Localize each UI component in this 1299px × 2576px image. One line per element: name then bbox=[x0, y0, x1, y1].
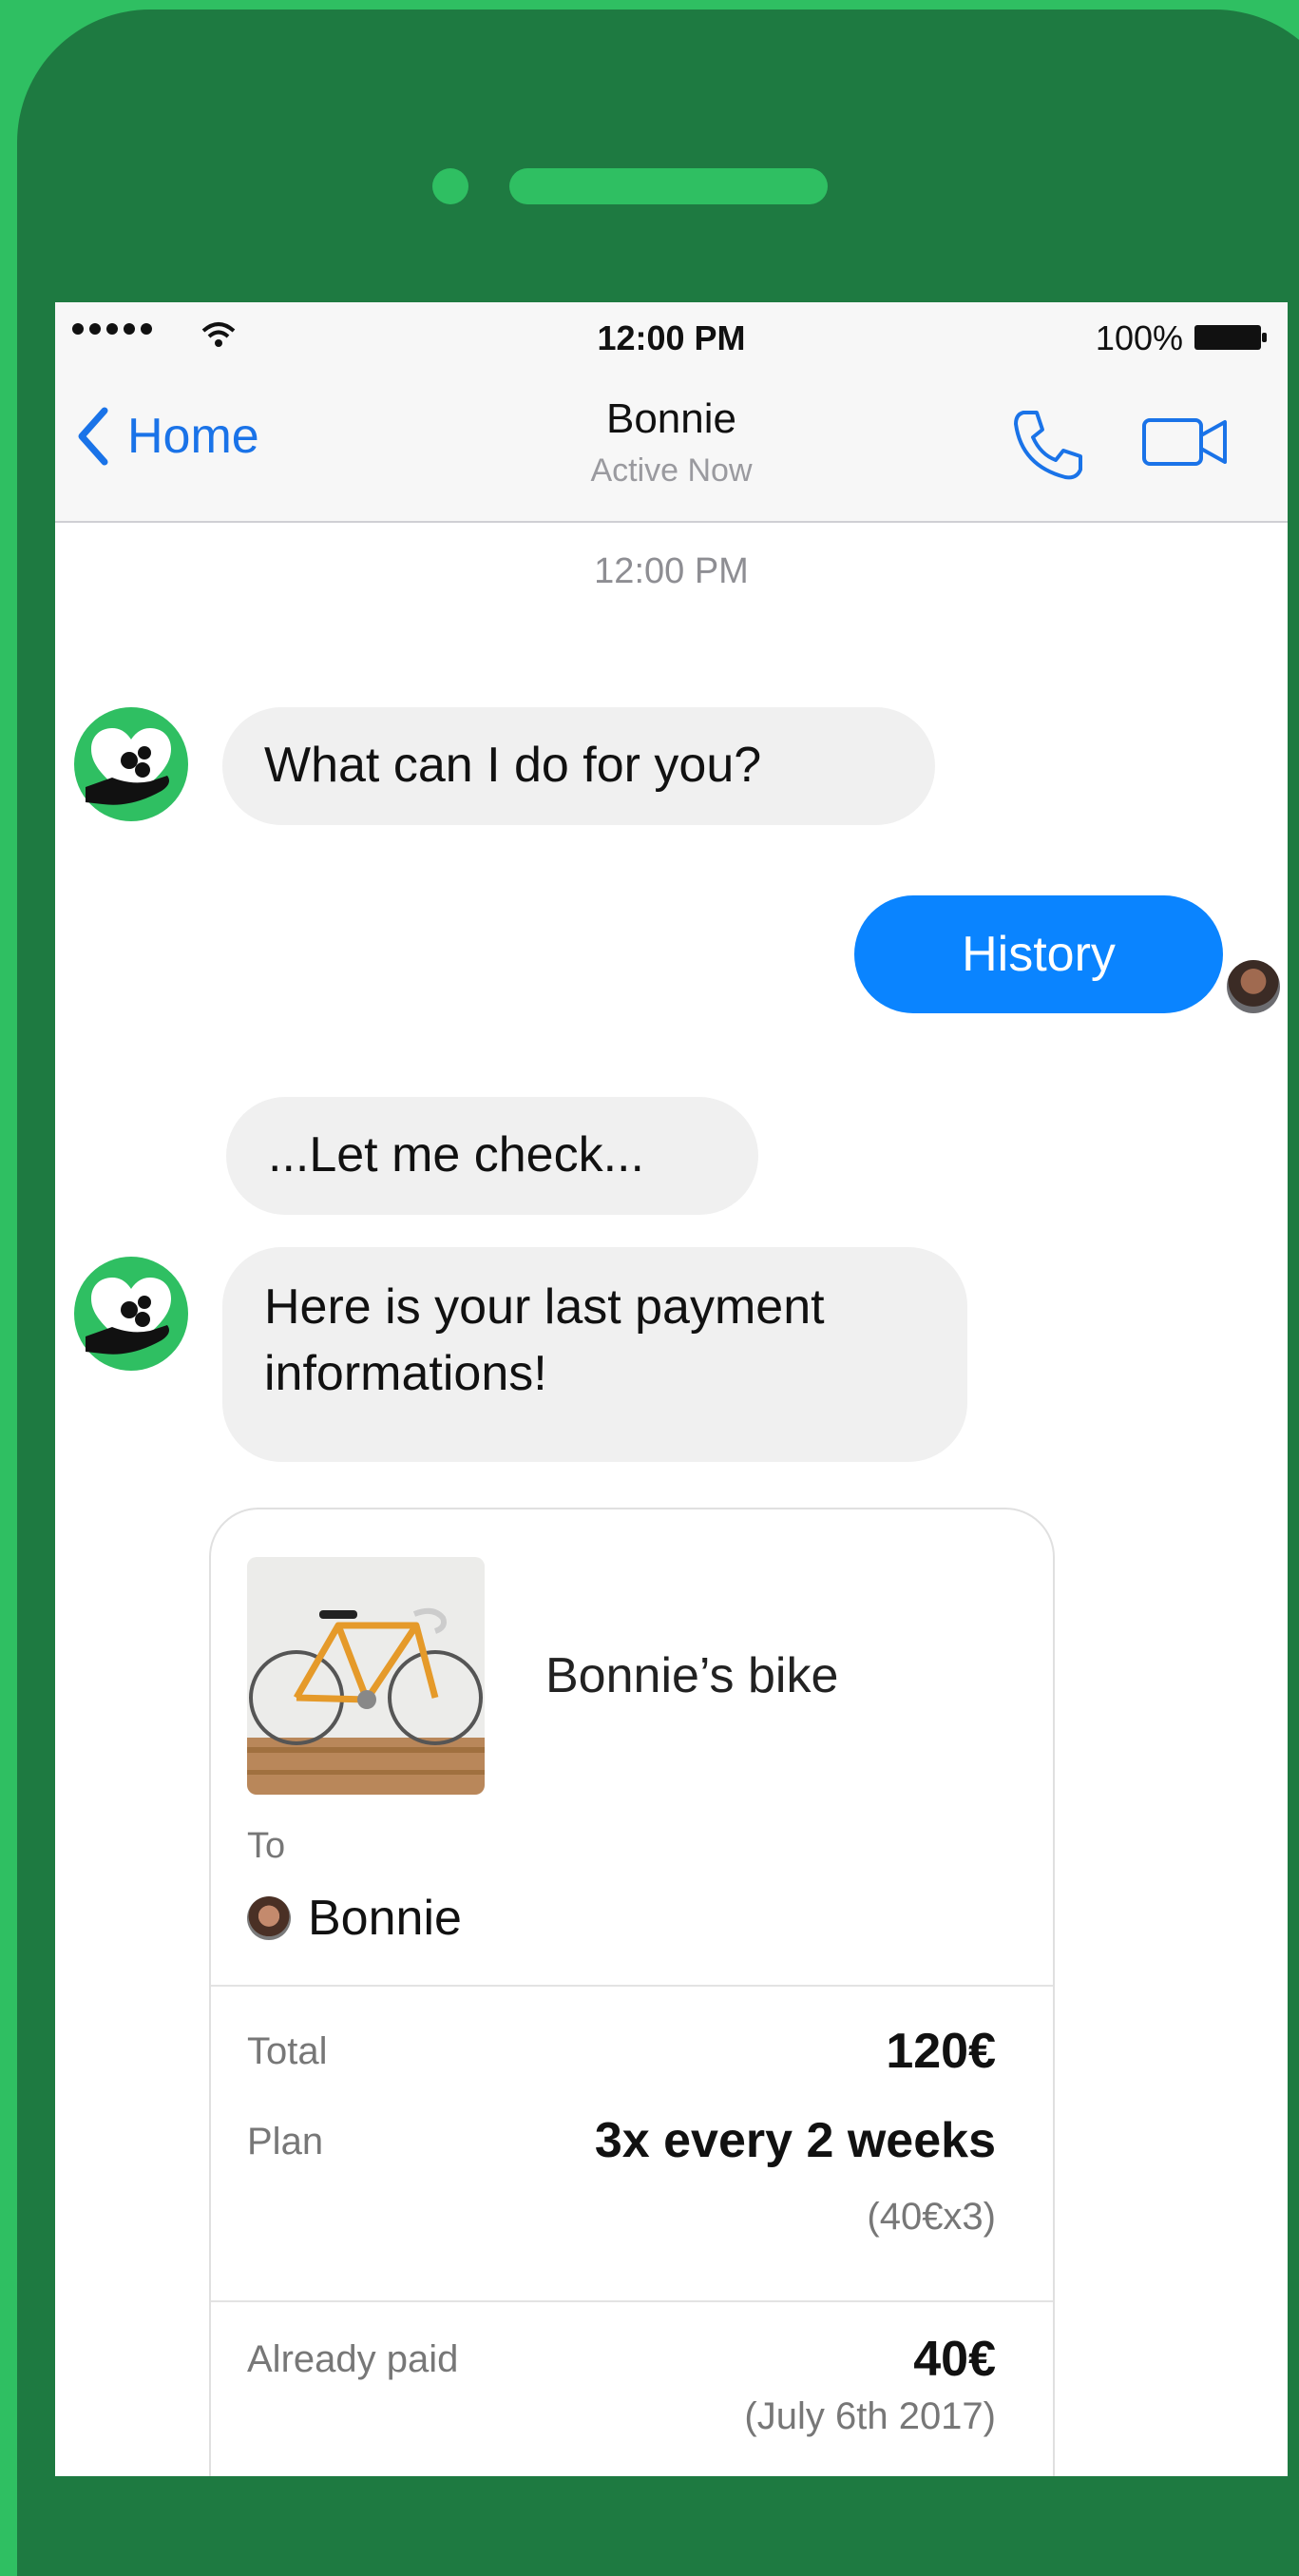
plan-value: 3x every 2 weeks bbox=[594, 2113, 996, 2168]
camera-dot bbox=[432, 168, 468, 204]
paid-note: (July 6th 2017) bbox=[744, 2395, 996, 2437]
paid-label: Already paid bbox=[247, 2338, 459, 2380]
messenger-screen: 12:00 PM 100% Home Bonnie Active Now 12:… bbox=[55, 302, 1288, 2476]
bot-avatar-icon bbox=[74, 1257, 188, 1371]
bike-image bbox=[247, 1557, 485, 1795]
plan-label: Plan bbox=[247, 2121, 324, 2163]
message-bubble-bot: ...Let me check... bbox=[226, 1097, 758, 1215]
divider bbox=[211, 1985, 1053, 1987]
recipient-name: Bonnie bbox=[308, 1891, 462, 1946]
chat-timestamp: 12:00 PM bbox=[594, 551, 749, 591]
message-bubble-bot: What can I do for you? bbox=[222, 707, 935, 825]
battery-percent: 100% bbox=[1095, 318, 1183, 357]
phone-call-icon[interactable] bbox=[1010, 407, 1086, 483]
recipient-avatar bbox=[247, 1896, 291, 1940]
battery-icon bbox=[1194, 325, 1267, 350]
product-name: Bonnie’s bike bbox=[545, 1648, 839, 1703]
message-bubble-user[interactable]: History bbox=[854, 895, 1223, 1013]
paid-value: 40€ bbox=[913, 2332, 996, 2387]
speaker-slot bbox=[509, 168, 828, 204]
divider bbox=[211, 2300, 1053, 2302]
user-avatar bbox=[1227, 960, 1280, 1013]
payment-receipt-card[interactable]: Bonnie’s bike To Bonnie Total 120€ Plan … bbox=[209, 1508, 1055, 2476]
status-bar: 12:00 PM 100% bbox=[55, 302, 1288, 369]
bot-avatar-icon bbox=[74, 707, 188, 821]
contact-status: Active Now bbox=[590, 452, 753, 489]
conversation-header: Home Bonnie Active Now bbox=[55, 369, 1288, 523]
total-value: 120€ bbox=[886, 2024, 996, 2079]
recipient: Bonnie bbox=[247, 1890, 462, 1947]
contact-name: Bonnie bbox=[605, 395, 736, 442]
total-label: Total bbox=[247, 2030, 328, 2072]
plan-note: (40€x3) bbox=[867, 2196, 996, 2238]
recipient-label: To bbox=[247, 1826, 286, 1866]
message-bubble-bot: Here is your last payment informations! bbox=[222, 1247, 967, 1462]
video-call-icon[interactable] bbox=[1141, 414, 1229, 470]
